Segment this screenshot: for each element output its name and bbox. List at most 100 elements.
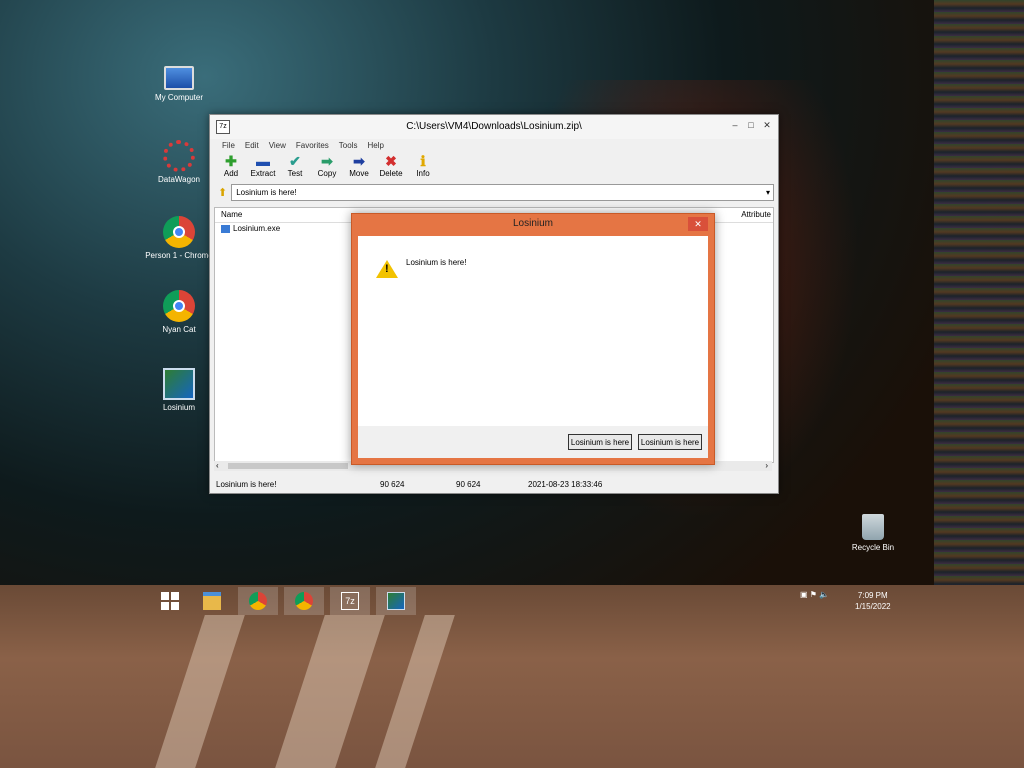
- close-button[interactable]: ✕: [760, 118, 774, 132]
- chrome-icon: [163, 290, 195, 322]
- losinium-icon: [387, 592, 405, 610]
- 7zip-icon: 7z: [341, 592, 359, 610]
- file-icon: [221, 224, 230, 233]
- desktop-icon-label: Nyan Cat: [162, 325, 196, 334]
- copy-button[interactable]: ➡ Copy: [314, 153, 340, 178]
- taskbar-chrome-2[interactable]: [284, 587, 324, 615]
- desktop-icon-label: DataWagon: [158, 175, 200, 184]
- chrome-icon: [249, 592, 267, 610]
- toolbar-label: Extract: [250, 169, 276, 178]
- volume-icon[interactable]: 🔈: [819, 590, 829, 599]
- wallpaper-glitch: [934, 0, 1024, 640]
- gear-icon: [163, 140, 195, 172]
- windows-logo-icon: [161, 592, 179, 610]
- dialog-body: Losinium is here!: [358, 236, 708, 426]
- arrow-right-icon: ➡: [353, 153, 365, 169]
- clock-time: 7:09 PM: [857, 591, 888, 600]
- network-icon[interactable]: ▣: [800, 590, 808, 599]
- menubar: File Edit View Favorites Tools Help: [210, 139, 778, 153]
- taskbar-losinium[interactable]: [376, 587, 416, 615]
- move-button[interactable]: ➡ Move: [346, 153, 372, 178]
- address-bar[interactable]: Losinium is here! ▾: [231, 183, 774, 201]
- message-dialog[interactable]: Losinium ✕ Losinium is here! Losinium is…: [351, 213, 715, 465]
- folder-icon: [203, 592, 221, 610]
- status-modified: 2021-08-23 18:33:46: [528, 480, 603, 489]
- desktop-icon-losinium[interactable]: Losinium: [144, 368, 214, 412]
- dialog-message: Losinium is here!: [406, 258, 467, 267]
- chrome-icon: [295, 592, 313, 610]
- recycle-bin-icon: [862, 514, 884, 540]
- clock-date: 1/15/2022: [855, 602, 891, 611]
- x-icon: ✖: [385, 153, 397, 169]
- taskbar-file-explorer[interactable]: [192, 587, 232, 615]
- status-bar: Losinium is here! 90 624 90 624 2021-08-…: [210, 477, 778, 493]
- column-attributes[interactable]: Attribute: [741, 208, 771, 222]
- delete-button[interactable]: ✖ Delete: [378, 153, 404, 178]
- dialog-titlebar[interactable]: Losinium ✕: [352, 214, 714, 234]
- toolbar-label: Info: [416, 169, 430, 178]
- check-icon: ✔: [289, 153, 301, 169]
- info-button[interactable]: ℹ Info: [410, 153, 436, 178]
- maximize-button[interactable]: □: [744, 118, 758, 132]
- toolbar-label: Test: [287, 169, 303, 178]
- toolbar-label: Add: [223, 169, 239, 178]
- address-text: Losinium is here!: [236, 187, 297, 197]
- add-button[interactable]: ✚ Add: [218, 153, 244, 178]
- menu-view[interactable]: View: [269, 139, 286, 153]
- dialog-title: Losinium: [512, 218, 554, 229]
- minus-icon: ▬: [256, 153, 270, 169]
- status-size: 90 624: [380, 480, 405, 489]
- file-name: Losinium.exe: [233, 224, 281, 233]
- taskbar: 7z: [150, 585, 910, 617]
- dialog-footer: Losinium is here Losinium is here: [358, 426, 708, 458]
- menu-file[interactable]: File: [222, 139, 235, 153]
- extract-button[interactable]: ▬ Extract: [250, 153, 276, 178]
- status-text: Losinium is here!: [216, 480, 277, 489]
- desktop-icon-my-computer[interactable]: My Computer: [144, 66, 214, 102]
- desktop-icon-label: Losinium: [162, 403, 195, 412]
- dialog-button-2[interactable]: Losinium is here: [638, 434, 702, 450]
- toolbar-label: Copy: [317, 169, 337, 178]
- app-icon: 7z: [216, 120, 230, 134]
- menu-tools[interactable]: Tools: [339, 139, 358, 153]
- desktop-icon-person1-chrome[interactable]: Person 1 - Chrome: [144, 216, 214, 260]
- chevron-down-icon[interactable]: ▾: [766, 185, 770, 200]
- desktop-icon-label: My Computer: [154, 93, 203, 102]
- scroll-right-icon[interactable]: ›: [765, 461, 768, 471]
- minimize-button[interactable]: –: [728, 118, 742, 132]
- taskbar-7zip[interactable]: 7z: [330, 587, 370, 615]
- toolbar: ✚ Add ▬ Extract ✔ Test ➡ Copy ➡ Move ✖ Delete …: [210, 153, 778, 183]
- scroll-thumb[interactable]: [228, 463, 348, 469]
- toolbar-label: Move: [349, 169, 369, 178]
- taskbar-clock[interactable]: 7:09 PM 1/15/2022: [855, 590, 891, 612]
- column-name[interactable]: Name: [221, 208, 242, 222]
- chrome-icon: [163, 216, 195, 248]
- taskbar-chrome-1[interactable]: [238, 587, 278, 615]
- dialog-button-1[interactable]: Losinium is here: [568, 434, 632, 450]
- system-tray: ▣ ⚑ 🔈: [800, 590, 829, 599]
- menu-edit[interactable]: Edit: [245, 139, 259, 153]
- desktop-icon-recycle-bin[interactable]: Recycle Bin: [838, 514, 908, 552]
- test-button[interactable]: ✔ Test: [282, 153, 308, 178]
- desktop-icon-nyan-cat[interactable]: Nyan Cat: [144, 290, 214, 334]
- menu-help[interactable]: Help: [367, 139, 383, 153]
- address-row: ⬆ Losinium is here! ▾: [210, 183, 778, 201]
- start-button[interactable]: [150, 587, 190, 615]
- status-packed: 90 624: [456, 480, 481, 489]
- scroll-left-icon[interactable]: ‹: [216, 461, 219, 471]
- toolbar-label: Delete: [379, 169, 403, 178]
- desktop-icon-label: Recycle Bin: [851, 543, 895, 552]
- arrow-right-icon: ➡: [321, 153, 333, 169]
- menu-favorites[interactable]: Favorites: [296, 139, 329, 153]
- desktop-icon-label: Person 1 - Chrome: [145, 251, 213, 260]
- window-titlebar[interactable]: 7z C:\Users\VM4\Downloads\Losinium.zip\ …: [210, 115, 778, 139]
- computer-icon: [164, 66, 194, 90]
- losinium-icon: [163, 368, 195, 400]
- folder-up-icon[interactable]: ⬆: [218, 186, 227, 199]
- plus-icon: ✚: [225, 153, 237, 169]
- flag-icon[interactable]: ⚑: [810, 590, 817, 599]
- dialog-close-button[interactable]: ✕: [688, 217, 708, 231]
- window-title: C:\Users\VM4\Downloads\Losinium.zip\: [406, 121, 582, 132]
- desktop-icon-datawagon[interactable]: DataWagon: [144, 140, 214, 184]
- info-icon: ℹ: [420, 153, 426, 169]
